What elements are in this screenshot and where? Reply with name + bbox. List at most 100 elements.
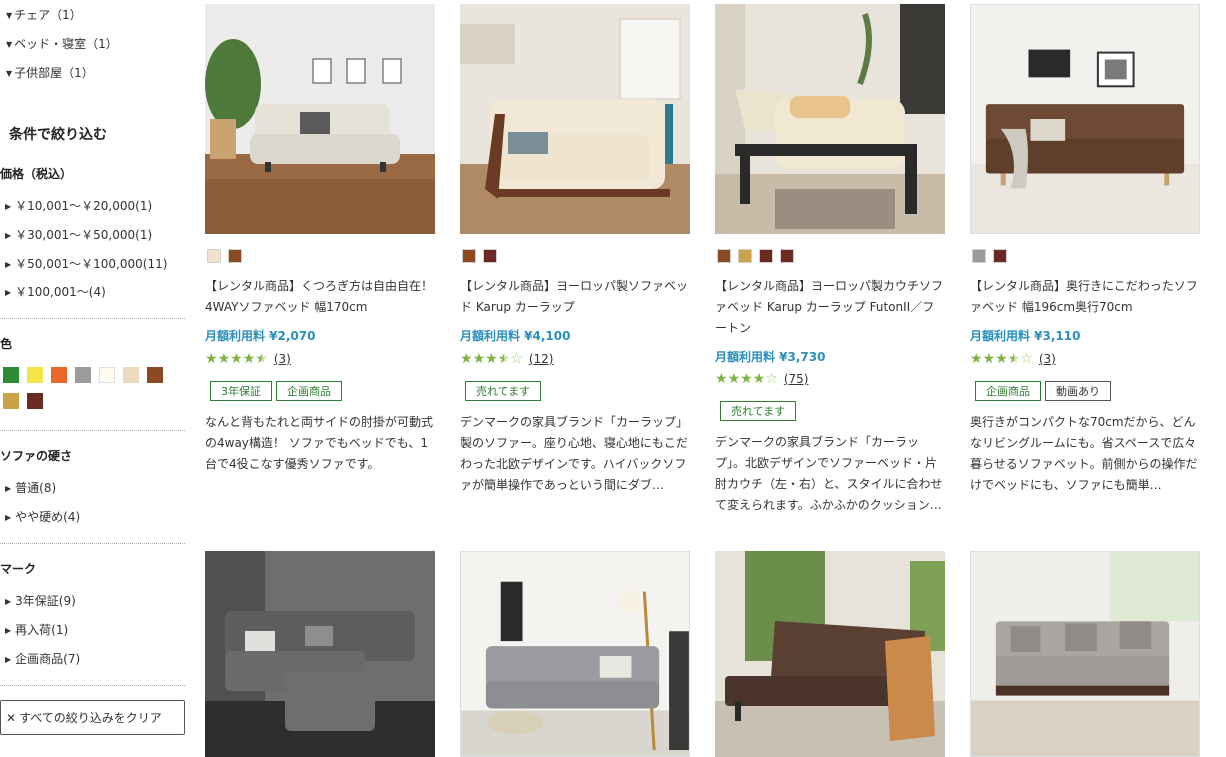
cream-sofa-bed-photo (205, 4, 435, 234)
product-name[interactable]: 【レンタル商品】ヨーロッパ製カウチソファベッド Karup カーラップ Futo… (715, 276, 945, 339)
divider (0, 430, 185, 431)
badge-original: 企画商品 (276, 381, 342, 401)
product-description: なんと背もたれと両サイドの肘掛が可動式の4way構造！ ソファでもベッドでも、1… (205, 415, 434, 471)
divider (0, 318, 185, 319)
caret-down-icon: ▼ (6, 69, 13, 78)
divider (0, 543, 185, 544)
mark-option[interactable]: ▶ 3年保証(9) (5, 592, 76, 609)
color-filter-title: 色 (0, 337, 13, 351)
hardness-filter-title: ソファの硬さ (0, 449, 73, 463)
badge-bestseller: 売れてます (465, 381, 542, 401)
mark-option[interactable]: ▶ 企画商品(7) (5, 650, 80, 667)
product-price: 月額利用料 ¥4,100 (460, 329, 571, 343)
badge-warranty: 3年保証 (210, 381, 272, 401)
karup-sofa-bed-photo (460, 4, 690, 234)
review-count-link[interactable]: (3) (1039, 352, 1056, 366)
caret-right-icon: ▶ (5, 626, 12, 635)
caret-right-icon: ▶ (5, 260, 12, 269)
color-variant[interactable] (462, 249, 476, 263)
product-image[interactable] (205, 551, 435, 757)
color-variant[interactable] (717, 249, 731, 263)
review-count-link[interactable]: (3) (274, 352, 291, 366)
product-name[interactable]: 【レンタル商品】くつろぎ方は自由自在！4WAYソファベッド 幅170cm (205, 276, 435, 318)
price-option[interactable]: ▶ ￥50,001～￥100,000(11) (5, 255, 167, 272)
product-rating: ★★★★★ (3) (205, 351, 291, 367)
review-count-link[interactable]: (75) (784, 372, 809, 386)
product-description: 奥行きがコンパクトな70cmだから、どんなリビングルームにも。省スペースで広々暮… (970, 415, 1198, 492)
color-swatch-yellow[interactable] (27, 367, 43, 383)
karup-couch-photo (715, 4, 945, 234)
caret-right-icon: ▶ (5, 231, 12, 240)
price-option[interactable]: ▶ ￥10,001～￥20,000(1) (5, 197, 152, 214)
product-image[interactable] (970, 551, 1200, 757)
product-rating: ★★★★☆ (3) (970, 351, 1056, 367)
divider (0, 685, 185, 686)
caret-down-icon: ▼ (6, 40, 13, 49)
product-description: デンマークの家具ブランド「カーラップ」。北欧デザインでソファーベッド・片肘カウチ… (715, 435, 943, 512)
badge-row: 売れてます (465, 381, 542, 401)
color-swatch-green[interactable] (3, 367, 19, 383)
color-variant[interactable] (228, 249, 242, 263)
brown-wood-sofa-photo (715, 551, 945, 757)
mark-option[interactable]: ▶ 再入荷(1) (5, 621, 68, 638)
product-name[interactable]: 【レンタル商品】ヨーロッパ製ソファベッド Karup カーラップ (460, 276, 690, 318)
color-variants (462, 249, 497, 263)
category-link-bed[interactable]: ▼ ベッド・寝室（1） (6, 35, 118, 52)
color-variant[interactable] (993, 249, 1007, 263)
product-image[interactable] (205, 4, 435, 234)
badge-row: 売れてます (720, 401, 797, 421)
close-icon: ✕ (6, 710, 17, 725)
product-image[interactable] (970, 4, 1200, 234)
gray-tufted-sofa-photo (461, 552, 689, 756)
color-variants (717, 249, 794, 263)
product-image[interactable] (715, 4, 945, 234)
badge-row: 企画商品 動画あり (975, 381, 1111, 401)
hardness-option[interactable]: ▶ 普通(8) (5, 479, 56, 496)
color-variant[interactable] (780, 249, 794, 263)
price-option[interactable]: ▶ ￥100,001～(4) (5, 283, 106, 300)
color-swatch-row (3, 367, 163, 383)
color-swatch-row (3, 393, 43, 409)
color-swatch-orange[interactable] (51, 367, 67, 383)
gray-fabric-sofa-photo (971, 552, 1199, 756)
badge-original: 企画商品 (975, 381, 1041, 401)
product-description: デンマークの家具ブランド「カーラップ」製のソファー。座り心地、寝心地にもこだわっ… (460, 415, 689, 492)
rating-stars: ★★★★☆ (715, 371, 778, 387)
badge-row: 3年保証 企画商品 (210, 381, 342, 401)
color-variant[interactable] (483, 249, 497, 263)
color-swatch-beige[interactable] (123, 367, 139, 383)
review-count-link[interactable]: (12) (529, 352, 554, 366)
caret-right-icon: ▶ (5, 655, 12, 664)
filter-sidebar: ▼ チェア（1） ▼ ベッド・寝室（1） ▼ 子供部屋（1） 条件で絞り込む 価格（税… (0, 0, 190, 757)
category-link-chair[interactable]: ▼ チェア（1） (6, 6, 82, 23)
color-swatch-white[interactable] (99, 367, 115, 383)
product-image[interactable] (460, 551, 690, 757)
gray-corner-sofa-photo (205, 551, 435, 757)
rating-stars: ★★★★☆ (970, 351, 1033, 367)
color-swatch-gray[interactable] (75, 367, 91, 383)
product-rating: ★★★★☆ (75) (715, 371, 808, 387)
caret-down-icon: ▼ (6, 11, 13, 20)
rating-stars: ★★★★☆ (460, 351, 523, 367)
mark-filter-title: マーク (0, 562, 37, 576)
color-swatch-brown[interactable] (147, 367, 163, 383)
filter-title: 条件で絞り込む (9, 127, 107, 143)
category-link-kids-room[interactable]: ▼ 子供部屋（1） (6, 64, 94, 81)
color-variant[interactable] (759, 249, 773, 263)
color-variant[interactable] (207, 249, 221, 263)
product-image[interactable] (460, 4, 690, 234)
color-swatch-mustard[interactable] (3, 393, 19, 409)
brown-sofa-bed-photo (971, 5, 1199, 233)
caret-right-icon: ▶ (5, 513, 12, 522)
price-option[interactable]: ▶ ￥30,001～￥50,000(1) (5, 226, 152, 243)
hardness-option[interactable]: ▶ やや硬め(4) (5, 508, 80, 525)
color-variant[interactable] (738, 249, 752, 263)
caret-right-icon: ▶ (5, 597, 12, 606)
clear-filters-button[interactable]: ✕ すべての絞り込みをクリア (0, 700, 185, 735)
color-swatch-dark-brown[interactable] (27, 393, 43, 409)
product-name[interactable]: 【レンタル商品】奥行きにこだわったソファベッド 幅196cm奥行70cm (970, 276, 1200, 318)
product-price: 月額利用料 ¥2,070 (205, 329, 316, 343)
product-image[interactable] (715, 551, 945, 757)
color-variant[interactable] (972, 249, 986, 263)
product-rating: ★★★★☆ (12) (460, 351, 553, 367)
